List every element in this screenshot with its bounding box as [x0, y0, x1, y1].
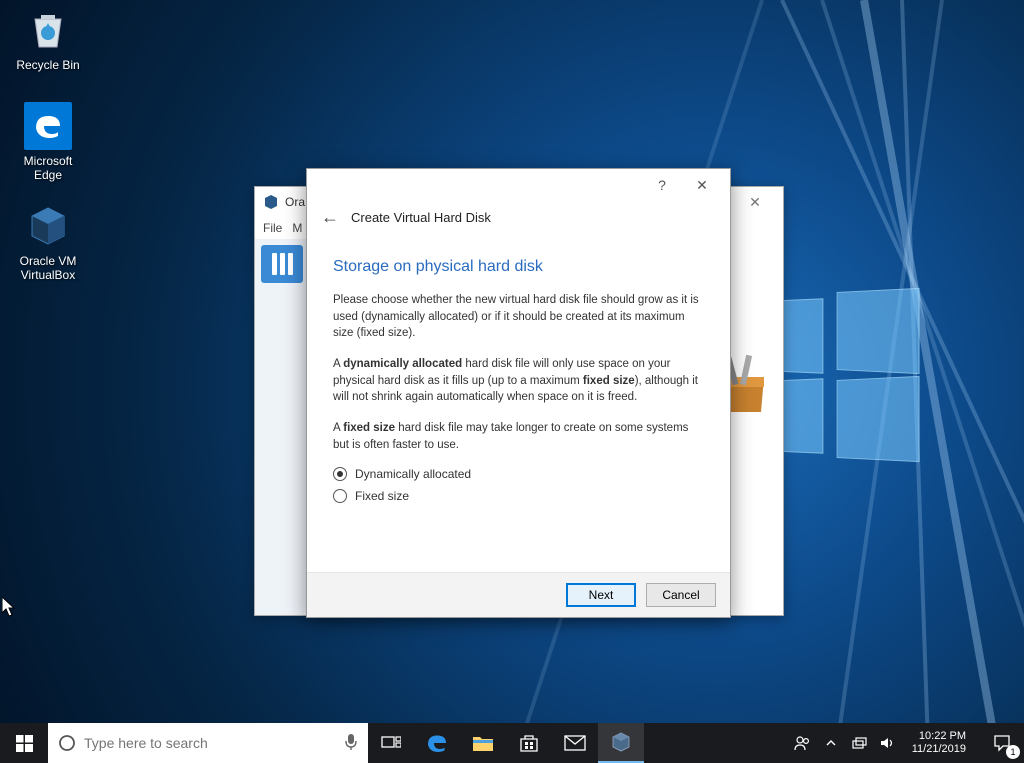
people-icon[interactable] [794, 734, 812, 752]
radio-dynamically-allocated[interactable]: Dynamically allocated [333, 467, 704, 481]
desktop-icon-label: Oracle VM VirtualBox [8, 254, 88, 282]
search-input[interactable] [84, 735, 336, 751]
folder-icon [472, 734, 494, 752]
taskbar-app-virtualbox[interactable] [598, 723, 644, 763]
wizard-paragraph-1: Please choose whether the new virtual ha… [333, 292, 704, 342]
notification-badge: 1 [1006, 745, 1020, 759]
cortana-icon [58, 734, 76, 752]
search-box[interactable] [48, 723, 368, 763]
cursor-icon [2, 597, 18, 622]
menu-file[interactable]: File [263, 221, 282, 235]
next-button[interactable]: Next [566, 583, 636, 607]
recycle-bin-icon [24, 6, 72, 54]
virtualbox-app-icon [263, 194, 279, 210]
tray-chevron-up-icon[interactable] [822, 737, 840, 749]
tools-icon[interactable] [261, 245, 303, 283]
wizard-footer: Next Cancel [307, 572, 730, 617]
action-center-button[interactable]: 1 [980, 723, 1024, 763]
wizard-paragraph-2: A dynamically allocated hard disk file w… [333, 356, 704, 406]
taskbar-date: 11/21/2019 [912, 743, 966, 756]
create-vhd-wizard: ? ✕ ← Create Virtual Hard Disk Storage o… [306, 168, 731, 618]
close-button[interactable]: ✕ [682, 171, 722, 199]
taskbar-app-edge[interactable] [414, 723, 460, 763]
mail-icon [564, 735, 586, 751]
desktop-icon-edge[interactable]: Microsoft Edge [8, 102, 88, 182]
microphone-icon[interactable] [344, 733, 358, 754]
wizard-titlebar: ? ✕ [307, 169, 730, 201]
network-icon[interactable] [850, 735, 868, 751]
cancel-button[interactable]: Cancel [646, 583, 716, 607]
wizard-paragraph-3: A fixed size hard disk file may take lon… [333, 420, 704, 453]
wizard-title: Create Virtual Hard Disk [351, 210, 491, 225]
windows-start-icon [16, 735, 33, 752]
close-button[interactable]: ✕ [735, 194, 775, 211]
virtualbox-icon [610, 731, 632, 753]
taskbar-app-explorer[interactable] [460, 723, 506, 763]
virtualbox-icon [24, 202, 72, 250]
edge-icon [24, 102, 72, 150]
wizard-heading: Storage on physical hard disk [333, 258, 704, 276]
volume-icon[interactable] [878, 735, 896, 751]
back-arrow-button[interactable]: ← [321, 207, 339, 228]
edge-icon [425, 731, 449, 755]
taskbar-app-mail[interactable] [552, 723, 598, 763]
help-button[interactable]: ? [642, 171, 682, 199]
desktop-icon-label: Microsoft Edge [8, 154, 88, 182]
taskbar: 10:22 PM 11/21/2019 1 [0, 723, 1024, 763]
radio-fixed-size[interactable]: Fixed size [333, 489, 704, 503]
task-view-button[interactable] [368, 723, 414, 763]
system-tray: 10:22 PM 11/21/2019 [786, 723, 980, 763]
taskbar-time: 10:22 PM [912, 730, 966, 743]
store-icon [519, 733, 539, 753]
desktop-icon-virtualbox[interactable]: Oracle VM VirtualBox [8, 202, 88, 282]
radio-icon [333, 489, 347, 503]
desktop-icon-recycle-bin[interactable]: Recycle Bin [8, 6, 88, 72]
menu-item[interactable]: M [292, 221, 302, 235]
desktop-icon-label: Recycle Bin [8, 58, 88, 72]
radio-label: Dynamically allocated [355, 467, 471, 481]
task-view-icon [381, 735, 401, 751]
taskbar-app-store[interactable] [506, 723, 552, 763]
radio-label: Fixed size [355, 489, 409, 503]
taskbar-clock[interactable]: 10:22 PM 11/21/2019 [906, 730, 972, 756]
start-button[interactable] [0, 723, 48, 763]
radio-icon [333, 467, 347, 481]
